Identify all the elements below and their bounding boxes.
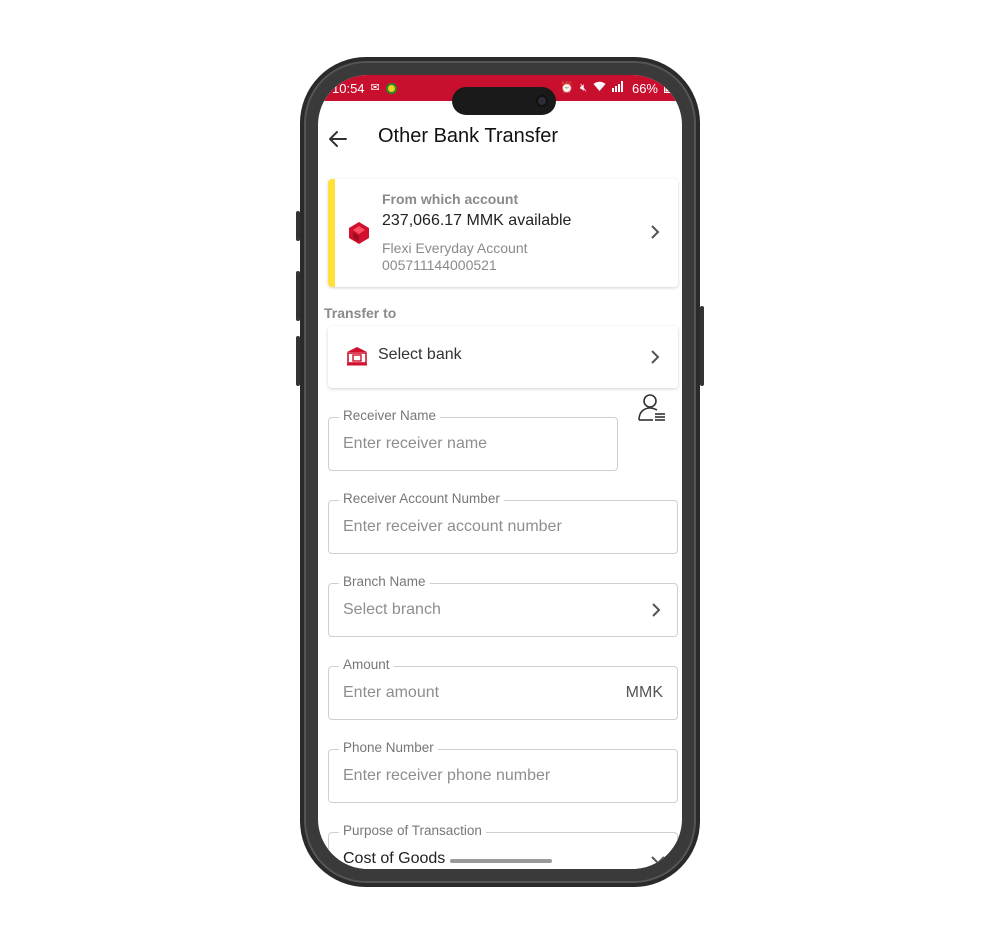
receiver-name-field[interactable]: Receiver Name Enter receiver name [328,408,618,471]
signal-icon [611,81,626,95]
mail-icon: ✉ [370,81,380,94]
branch-select[interactable]: Select branch [343,601,441,619]
page-title: Other Bank Transfer [378,125,559,147]
purpose-select[interactable]: Cost of Goods [343,850,445,868]
alarm-icon: ⏰ [560,81,575,94]
account-accent-stripe [328,179,335,287]
chevron-right-icon [651,350,660,364]
branch-name-field[interactable]: Branch Name Select branch [328,574,678,637]
phone-number-input[interactable]: Enter receiver phone number [343,767,550,785]
phone-side-button [296,336,300,386]
front-camera [536,95,548,107]
phone-screen: 10:54 ✉ ⏰ 🔇︎ 66% Other Bank Transfer Fro… [318,75,682,869]
status-time: 10:54 [332,80,365,96]
arrow-left-icon[interactable] [326,127,350,151]
purpose-label: Purpose of Transaction [339,823,486,838]
purpose-field[interactable]: Purpose of Transaction Cost of Goods [328,823,678,869]
amount-input[interactable]: Enter amount [343,684,439,702]
account-balance: 237,066.17 MMK available [382,212,572,229]
home-indicator[interactable] [450,859,552,863]
phone-frame: 10:54 ✉ ⏰ 🔇︎ 66% Other Bank Transfer Fro… [296,57,704,887]
transfer-to-label: Transfer to [324,305,397,321]
select-bank-button[interactable]: Select bank [328,326,678,388]
account-name: Flexi Everyday Account [382,240,528,256]
currency-suffix: MMK [625,684,663,701]
bank-building-icon [347,347,367,366]
phone-side-button [296,211,300,241]
amount-label: Amount [339,657,394,672]
receiver-account-field[interactable]: Receiver Account Number Enter receiver a… [328,491,678,554]
mute-icon: 🔇︎ [580,81,587,94]
account-number: 005711144000521 [382,257,497,273]
from-account-label: From which account [382,191,519,207]
amount-field[interactable]: Amount Enter amount MMK [328,657,678,720]
chevron-right-icon [652,603,661,617]
app-notification-icon [385,82,397,94]
battery-percent: 66% [631,80,658,96]
receiver-name-input[interactable]: Enter receiver name [343,435,487,453]
receiver-account-input[interactable]: Enter receiver account number [343,518,562,536]
battery-icon [664,80,672,96]
contact-book-icon[interactable] [638,393,666,423]
phone-side-button [296,271,300,321]
wifi-icon [593,81,606,95]
camera-notch [452,87,556,115]
phone-number-label: Phone Number [339,740,438,755]
receiver-name-label: Receiver Name [339,408,441,423]
phone-side-button [700,306,704,386]
phone-number-field[interactable]: Phone Number Enter receiver phone number [328,740,678,803]
branch-name-label: Branch Name [339,574,430,589]
chevron-down-icon [651,856,665,865]
bank-logo-icon [349,222,369,244]
from-account-card[interactable]: From which account 237,066.17 MMK availa… [328,179,678,287]
app-header: Other Bank Transfer [318,115,682,167]
select-bank-label: Select bank [378,346,462,363]
chevron-right-icon [651,225,660,239]
receiver-account-label: Receiver Account Number [339,491,504,506]
